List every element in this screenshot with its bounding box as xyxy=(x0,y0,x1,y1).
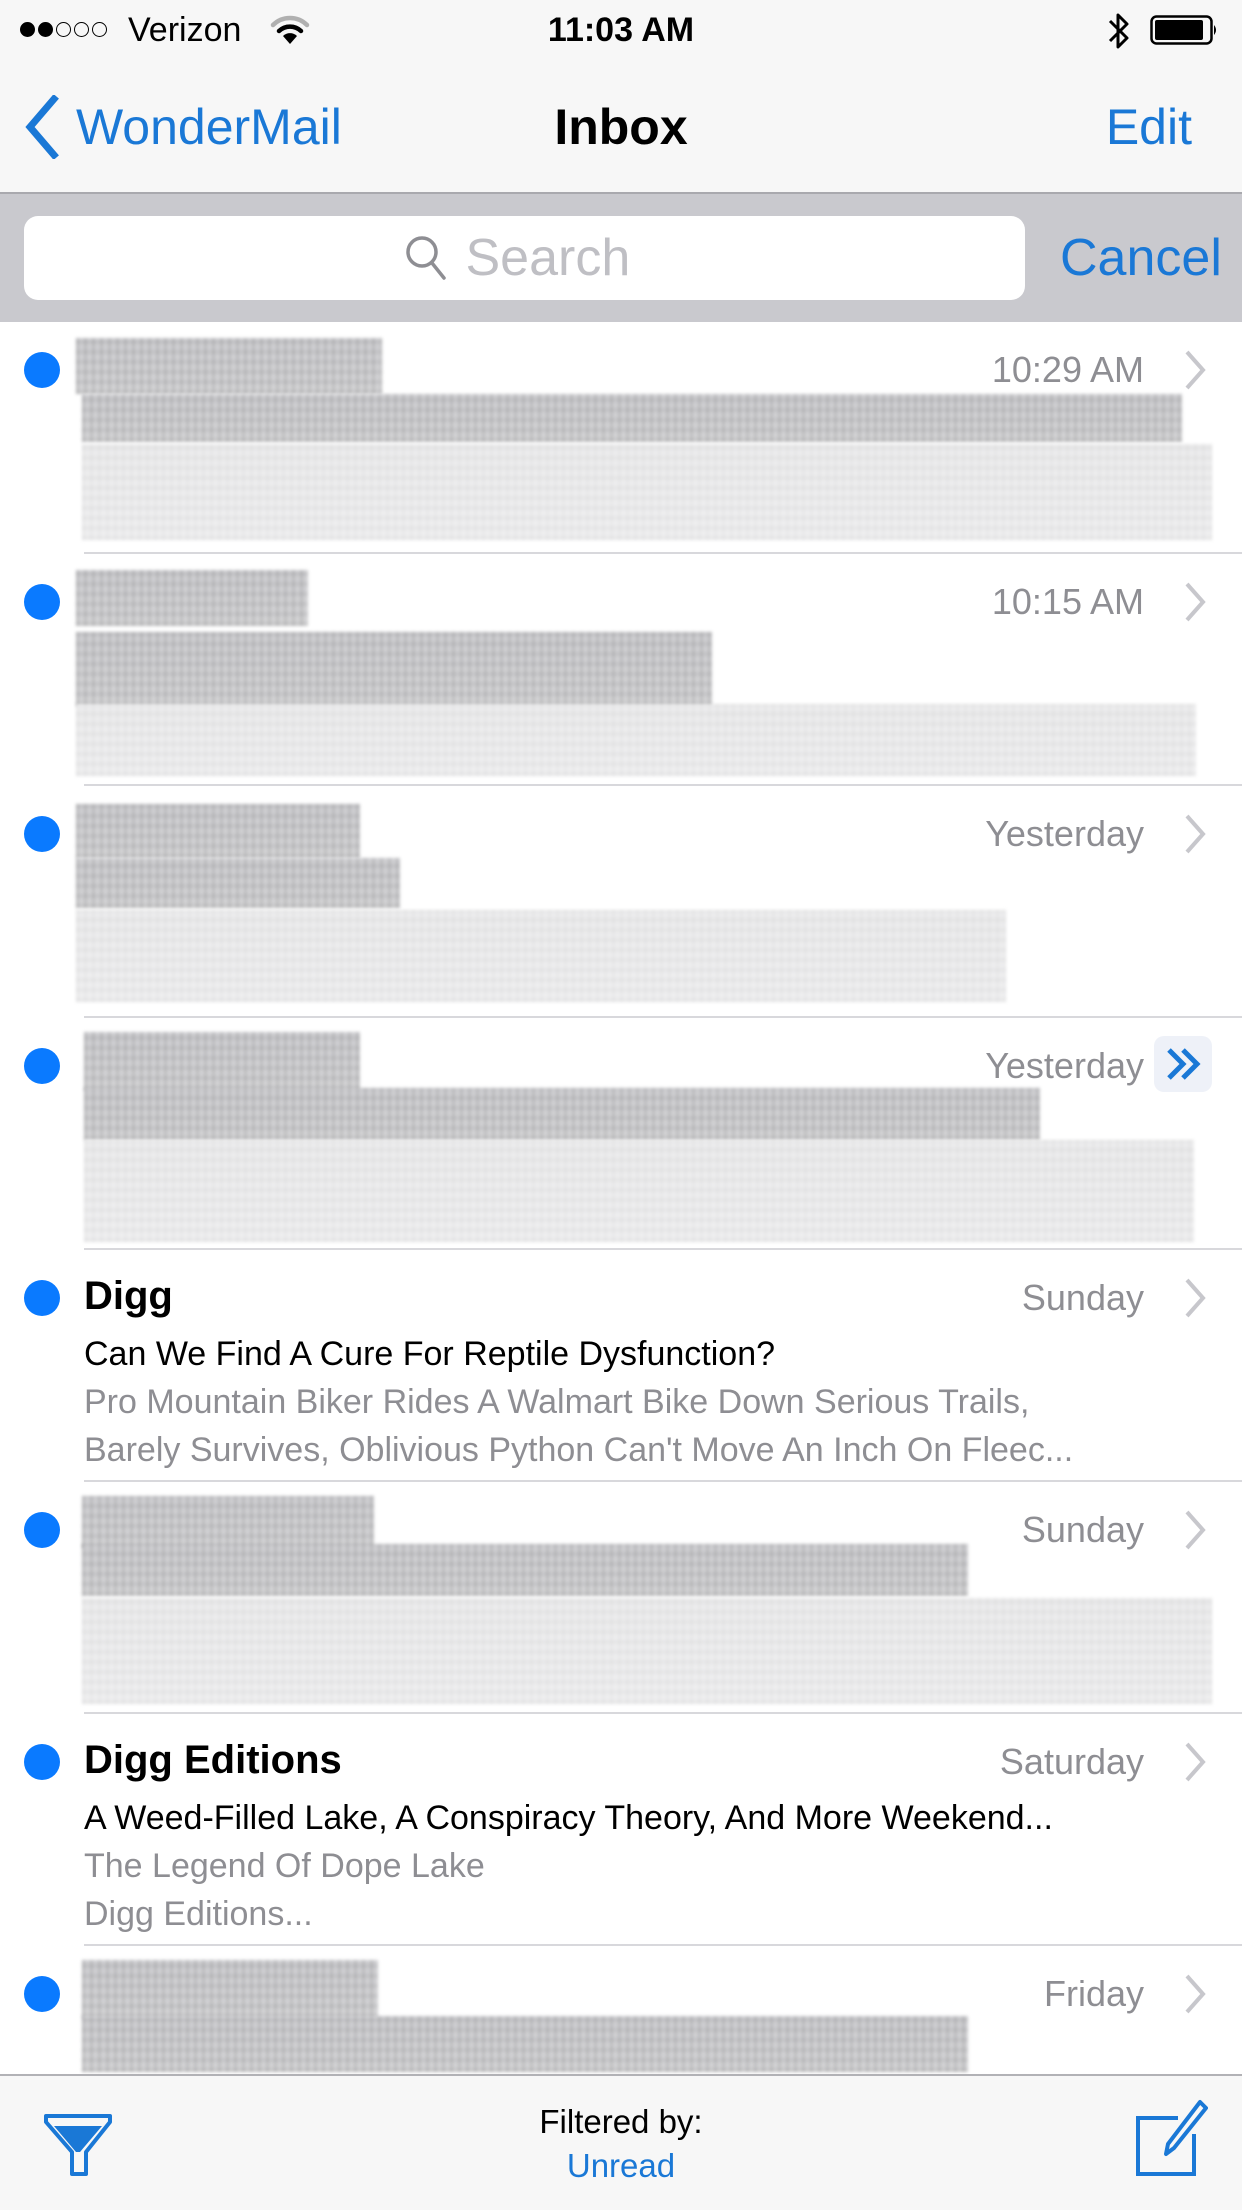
message-date: Sunday xyxy=(1021,1277,1144,1318)
redacted-subject xyxy=(82,2016,968,2072)
message-date: Yesterday xyxy=(985,813,1144,854)
unread-indicator-icon xyxy=(24,1280,60,1316)
bottom-toolbar: Filtered by: Unread xyxy=(0,2074,1242,2210)
redacted-preview xyxy=(82,444,1212,540)
filter-value-link[interactable]: Unread xyxy=(567,2144,675,2188)
redacted-sender xyxy=(76,570,308,626)
edit-button[interactable]: Edit xyxy=(1106,92,1192,162)
redacted-sender xyxy=(82,1496,374,1548)
preview-line: Pro Mountain Biker Rides A Walmart Bike … xyxy=(84,1383,1030,1421)
search-field[interactable] xyxy=(24,216,1025,300)
redacted-subject xyxy=(76,632,712,706)
message-row[interactable]: Digg Can We Find A Cure For Reptile Dysf… xyxy=(0,1250,1242,1482)
redacted-preview xyxy=(76,910,1006,1002)
message-date: Yesterday xyxy=(985,1045,1144,1086)
navigation-bar: WonderMail Inbox Edit xyxy=(0,62,1242,194)
page-title: Inbox xyxy=(554,99,688,155)
preview-line: Barely Survives, Oblivious Python Can't … xyxy=(84,1431,1074,1469)
compose-icon[interactable] xyxy=(1134,2098,1208,2178)
redacted-preview xyxy=(76,704,1196,776)
chevron-right-icon xyxy=(1185,1278,1206,1318)
unread-indicator-icon xyxy=(24,1512,60,1548)
chevron-right-icon xyxy=(1185,1742,1206,1782)
chevron-right-icon xyxy=(1185,350,1206,390)
status-time: 11:03 AM xyxy=(547,11,695,49)
chevron-right-icon xyxy=(1185,814,1206,854)
expand-thread-button[interactable] xyxy=(1154,1036,1212,1092)
message-row[interactable]: Yesterday xyxy=(0,786,1242,1018)
chevron-right-icon xyxy=(1185,582,1206,622)
search-input[interactable] xyxy=(465,228,646,288)
message-row[interactable]: Digg Editions A Weed-Filled Lake, A Cons… xyxy=(0,1714,1242,1946)
message-preview: Pro Mountain Biker Rides A Walmart Bike … xyxy=(84,1378,1194,1474)
cancel-search-button[interactable]: Cancel xyxy=(1060,216,1222,300)
message-date: 10:29 AM xyxy=(991,349,1144,390)
message-date: Friday xyxy=(1043,1973,1144,2014)
message-sender: Digg Editions xyxy=(84,1738,342,1782)
message-preview: The Legend Of Dope Lake Digg Editions... xyxy=(84,1842,1194,1938)
message-row[interactable]: Friday xyxy=(0,1946,1242,2074)
message-row[interactable]: Sunday xyxy=(0,1482,1242,1714)
bluetooth-icon xyxy=(1108,13,1129,49)
unread-indicator-icon xyxy=(24,816,60,852)
redacted-subject xyxy=(84,1088,1040,1140)
redacted-subject xyxy=(82,394,1182,442)
unread-indicator-icon xyxy=(24,1976,60,2012)
message-subject: A Weed-Filled Lake, A Conspiracy Theory,… xyxy=(84,1799,1053,1837)
message-row[interactable]: Yesterday xyxy=(0,1018,1242,1250)
unread-indicator-icon xyxy=(24,352,60,388)
message-date: Saturday xyxy=(999,1741,1144,1782)
preview-line: The Legend Of Dope Lake xyxy=(84,1847,485,1885)
message-sender: Digg xyxy=(84,1274,173,1318)
battery-icon xyxy=(1150,15,1216,45)
chevron-right-icon xyxy=(1185,1510,1206,1550)
filter-label: Filtered by: xyxy=(539,2103,703,2140)
redacted-preview xyxy=(84,1140,1194,1242)
chevron-right-icon xyxy=(1185,1974,1206,2014)
redacted-sender xyxy=(76,338,382,394)
message-row[interactable]: 10:15 AM xyxy=(0,554,1242,786)
double-chevron-right-icon xyxy=(1167,1048,1201,1080)
message-row[interactable]: 10:29 AM xyxy=(0,322,1242,554)
preview-line: Digg Editions... xyxy=(84,1895,313,1933)
redacted-subject xyxy=(82,1544,968,1596)
redacted-sender xyxy=(84,1032,360,1090)
redacted-preview xyxy=(82,1598,1212,1704)
search-bar: Cancel xyxy=(0,194,1242,322)
redacted-subject xyxy=(76,858,400,908)
message-date: 10:15 AM xyxy=(991,581,1144,622)
message-subject: Can We Find A Cure For Reptile Dysfuncti… xyxy=(84,1335,776,1373)
message-date: Sunday xyxy=(1021,1509,1144,1550)
filter-status: Filtered by: Unread xyxy=(0,2100,1242,2188)
unread-indicator-icon xyxy=(24,1744,60,1780)
search-icon xyxy=(405,236,446,280)
redacted-sender xyxy=(82,1960,378,2018)
redacted-sender xyxy=(76,804,360,858)
unread-indicator-icon xyxy=(24,1048,60,1084)
status-bar: Verizon 11:03 AM xyxy=(0,0,1242,62)
unread-indicator-icon xyxy=(24,584,60,620)
